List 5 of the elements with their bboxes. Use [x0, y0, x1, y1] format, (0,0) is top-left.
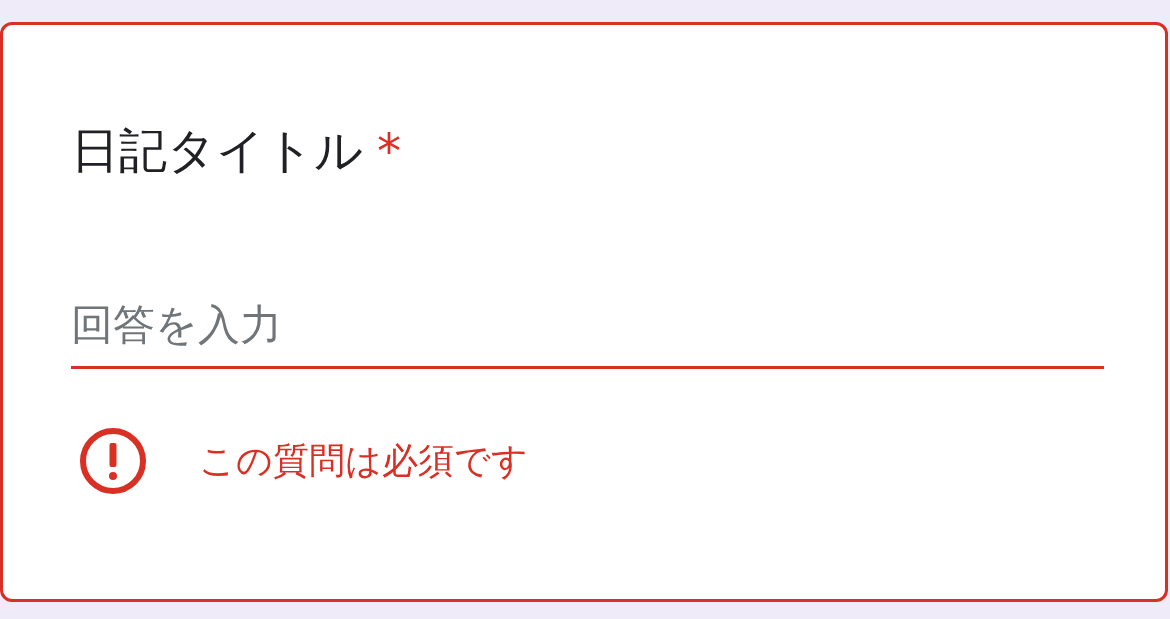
required-asterisk: * [377, 122, 401, 181]
answer-field[interactable]: 回答を入力 [71, 293, 1104, 369]
error-message: この質問は必須です [199, 439, 528, 483]
error-icon [79, 427, 147, 495]
question-title: 日記タイトル [71, 122, 363, 180]
